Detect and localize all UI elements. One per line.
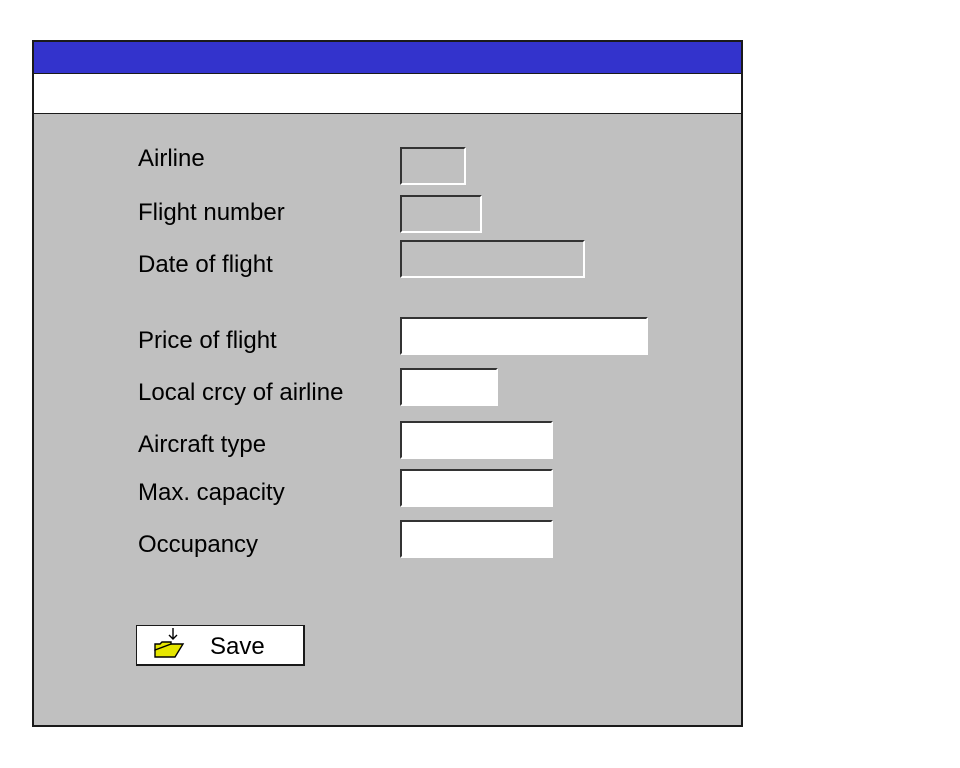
title-bar	[34, 42, 741, 74]
label-occupancy: Occupancy	[138, 531, 259, 558]
label-aircraft-type: Aircraft type	[138, 431, 267, 458]
label-flight-number: Flight number	[138, 199, 285, 226]
label-price-of-flight: Price of flight	[138, 327, 277, 354]
label-max-capacity: Max. capacity	[138, 479, 285, 506]
occupancy-field[interactable]	[400, 520, 553, 558]
save-button[interactable]: Save	[136, 625, 305, 666]
label-local-currency: Local crcy of airline	[138, 379, 344, 406]
date-of-flight-field[interactable]	[400, 240, 585, 278]
airline-field[interactable]	[400, 147, 466, 185]
local-currency-field[interactable]	[400, 368, 498, 406]
label-date-of-flight: Date of flight	[138, 251, 273, 278]
folder-download-icon	[151, 626, 187, 662]
max-capacity-field[interactable]	[400, 469, 553, 507]
aircraft-type-field[interactable]	[400, 421, 553, 459]
flight-number-field[interactable]	[400, 195, 482, 233]
price-of-flight-field[interactable]	[400, 317, 648, 355]
application-window: Airline Flight number Date of flight Pri…	[32, 40, 743, 727]
label-airline: Airline	[138, 145, 205, 172]
save-button-label: Save	[210, 633, 265, 660]
toolbar	[34, 74, 741, 114]
